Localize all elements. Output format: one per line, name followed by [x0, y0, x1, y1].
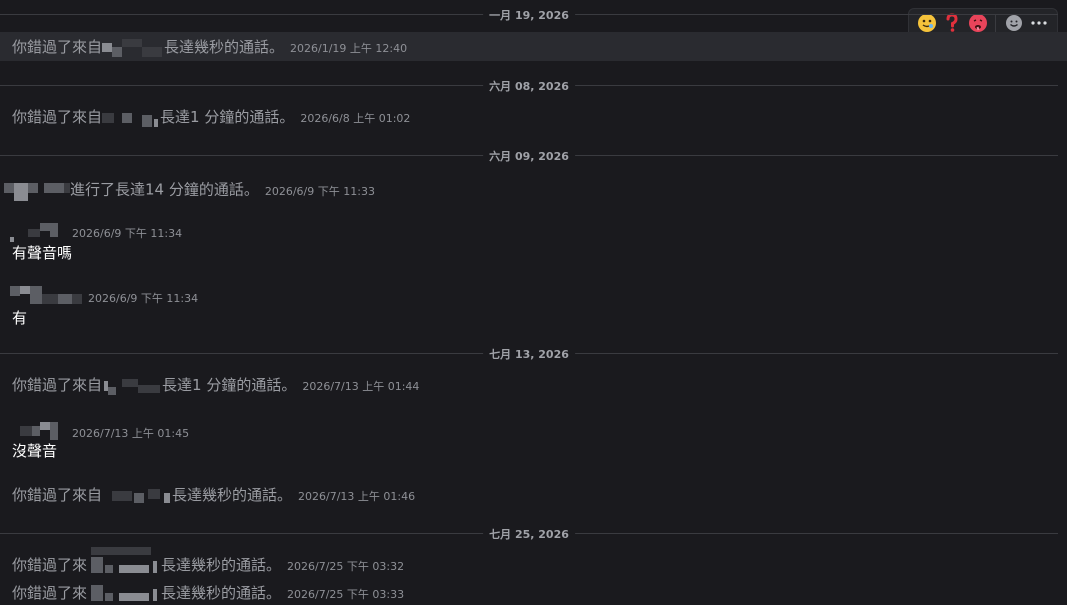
date-divider: 七月 13, 2026 [0, 346, 1058, 362]
date-divider-label: 六月 09, 2026 [483, 148, 575, 164]
message-group[interactable]: 2026/6/9 下午 11:34 有聲音嗎 [0, 218, 1067, 268]
message-timestamp: 2026/7/13 上午 01:45 [72, 427, 190, 440]
message-text: 你錯過了來自 [12, 486, 103, 504]
redacted-username [10, 284, 84, 306]
date-divider: 六月 08, 2026 [0, 78, 1058, 94]
add-reaction-icon [1005, 15, 1022, 31]
message-group[interactable]: 2026/6/9 下午 11:34 有 [0, 282, 1067, 332]
redacted-username [102, 109, 160, 127]
message-row[interactable]: 你錯過了來自 長達幾秒的通話。 2026/7/13 上午 01:46 [0, 482, 1067, 510]
message-timestamp: 2026/1/19 上午 12:40 [290, 42, 408, 55]
message-row[interactable]: 你錯過了來 長達幾秒的通話。 2026/7/25 下午 03:33 [0, 580, 1067, 602]
missed-call-message: 你錯過了來 長達幾秒的通話。 2026/7/25 下午 03:33 [12, 582, 404, 605]
message-timestamp: 2026/6/9 下午 11:34 [72, 227, 183, 240]
message-row[interactable]: 進行了長達14 分鐘的通話。 2026/6/9 下午 11:33 [0, 175, 1067, 203]
author-line: 2026/6/9 下午 11:34 [10, 284, 198, 306]
message-timestamp: 2026/7/13 上午 01:46 [298, 490, 416, 503]
message-row[interactable]: 你錯過了來自 長達1 分鐘的通話。 2026/6/8 上午 01:02 [0, 104, 1067, 130]
redacted-username [102, 38, 164, 57]
slightly-smiling-face-icon [917, 14, 936, 32]
message-timestamp: 2026/6/9 下午 11:34 [88, 292, 199, 305]
message-text: 長達幾秒的通話。 [172, 486, 293, 504]
message-row[interactable]: 你錯過了來自 長達1 分鐘的通話。 2026/7/13 上午 01:44 [0, 372, 1067, 400]
missed-call-message: 你錯過了來自 長達幾秒的通話。 2026/1/19 上午 12:40 [12, 36, 407, 57]
message-text: 你錯過了來自 [12, 108, 103, 126]
message-timestamp: 2026/7/25 下午 03:32 [287, 560, 405, 573]
author-line: 2026/6/9 下午 11:34 [10, 222, 182, 243]
message-text: 有聲音嗎 [12, 244, 73, 262]
date-divider-label: 七月 13, 2026 [483, 346, 575, 362]
date-divider-label: 六月 08, 2026 [483, 78, 575, 94]
missed-call-message: 你錯過了來 長達幾秒的通話。 2026/7/25 下午 03:32 [12, 546, 405, 577]
message-text: 你錯過了來 [12, 556, 88, 574]
date-divider: 七月 25, 2026 [0, 526, 1058, 542]
redacted-username [10, 222, 60, 243]
message-row[interactable]: 你錯過了來自 長達幾秒的通話。 2026/1/19 上午 12:40 [0, 32, 1067, 61]
date-divider: 六月 09, 2026 [0, 148, 1058, 164]
redacted-username [102, 485, 172, 507]
message-text: 沒聲音 [12, 442, 58, 460]
message-text: 長達幾秒的通話。 [164, 38, 285, 56]
message-timestamp: 2026/7/25 下午 03:33 [287, 588, 405, 601]
more-options-icon [1031, 21, 1047, 25]
message-text: 你錯過了來自 [12, 376, 103, 394]
message-timestamp: 2026/6/9 下午 11:33 [264, 184, 375, 198]
message-text: 有 [12, 309, 28, 327]
redacted-username [4, 177, 70, 203]
message-timestamp: 2026/6/8 上午 01:02 [300, 112, 411, 125]
redacted-username [102, 375, 162, 397]
red-question-mark-icon [946, 13, 958, 32]
missed-call-message: 你錯過了來自 長達1 分鐘的通話。 2026/6/8 上午 01:02 [12, 106, 410, 127]
message-text: 長達幾秒的通話。 [161, 584, 282, 602]
message-text: 長達1 分鐘的通話。 [160, 108, 295, 126]
date-divider-label: 一月 19, 2026 [483, 7, 575, 23]
missed-call-message: 你錯過了來自 長達1 分鐘的通話。 2026/7/13 上午 01:44 [12, 374, 419, 397]
redacted-username [87, 546, 161, 577]
message-group[interactable]: 2026/7/13 上午 01:45 沒聲音 [0, 418, 1067, 466]
message-text: 長達幾秒的通話。 [161, 556, 282, 574]
message-text: 長達1 分鐘的通話。 [162, 376, 297, 394]
message-text: 你錯過了來自 [12, 38, 103, 56]
message-text: 你錯過了來 [12, 584, 88, 602]
date-divider-label: 七月 25, 2026 [483, 526, 575, 542]
date-divider: 一月 19, 2026 [0, 7, 1058, 23]
missed-call-message: 你錯過了來自 長達幾秒的通話。 2026/7/13 上午 01:46 [12, 484, 415, 507]
toolbar-separator [995, 14, 997, 32]
call-message: 進行了長達14 分鐘的通話。 2026/6/9 下午 11:33 [4, 177, 375, 203]
redacted-username [87, 583, 161, 605]
hot-face-icon [968, 14, 987, 32]
author-line: 2026/7/13 上午 01:45 [10, 420, 189, 442]
message-row[interactable]: 你錯過了來 長達幾秒的通話。 2026/7/25 下午 03:32 [0, 546, 1067, 578]
redacted-username [10, 420, 60, 442]
message-text: 進行了長達14 分鐘的通話。 [70, 180, 259, 199]
message-timestamp: 2026/7/13 上午 01:44 [302, 380, 420, 393]
